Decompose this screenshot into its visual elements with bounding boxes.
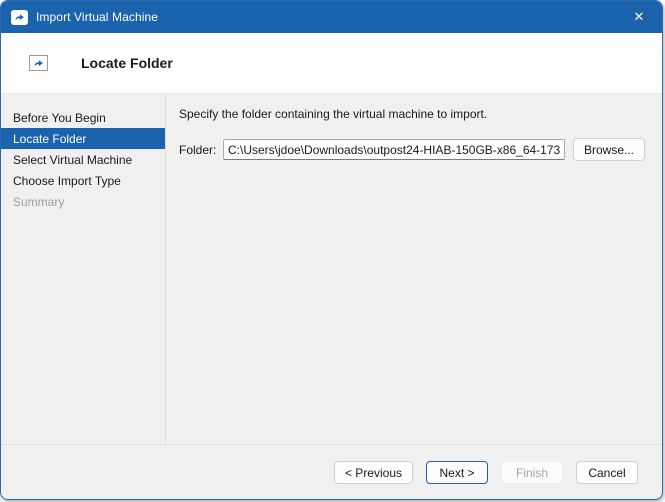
titlebar: Import Virtual Machine ✕ [1, 1, 662, 33]
close-icon[interactable]: ✕ [616, 1, 662, 33]
app-icon [11, 10, 28, 25]
wizard-steps-sidebar: Before You Begin Locate Folder Select Vi… [1, 94, 166, 444]
finish-button: Finish [501, 461, 563, 484]
page-header: Locate Folder [1, 33, 662, 94]
folder-label: Folder: [179, 143, 223, 157]
window-title: Import Virtual Machine [36, 10, 158, 24]
import-arrow-icon [33, 58, 44, 68]
footer-button-bar: < Previous Next > Finish Cancel [1, 444, 662, 499]
content-pane: Specify the folder containing the virtua… [166, 94, 662, 444]
cancel-button[interactable]: Cancel [576, 461, 638, 484]
browse-button[interactable]: Browse... [573, 138, 645, 161]
folder-row: Folder: Browse... [179, 138, 645, 161]
sidebar-item-summary: Summary [1, 191, 165, 212]
previous-button[interactable]: < Previous [334, 461, 413, 484]
next-button[interactable]: Next > [426, 461, 488, 484]
sidebar-item-before-you-begin[interactable]: Before You Begin [1, 107, 165, 128]
sidebar-item-choose-import-type[interactable]: Choose Import Type [1, 170, 165, 191]
import-virtual-machine-dialog: Import Virtual Machine ✕ Locate Folder B… [0, 0, 663, 500]
import-arrow-icon [14, 12, 25, 22]
sidebar-item-select-virtual-machine[interactable]: Select Virtual Machine [1, 149, 165, 170]
folder-path-input[interactable] [223, 139, 565, 160]
locate-folder-icon [29, 55, 48, 71]
dialog-body: Before You Begin Locate Folder Select Vi… [1, 94, 662, 444]
page-title: Locate Folder [81, 55, 173, 71]
instruction-text: Specify the folder containing the virtua… [179, 107, 645, 121]
sidebar-item-locate-folder[interactable]: Locate Folder [1, 128, 165, 149]
